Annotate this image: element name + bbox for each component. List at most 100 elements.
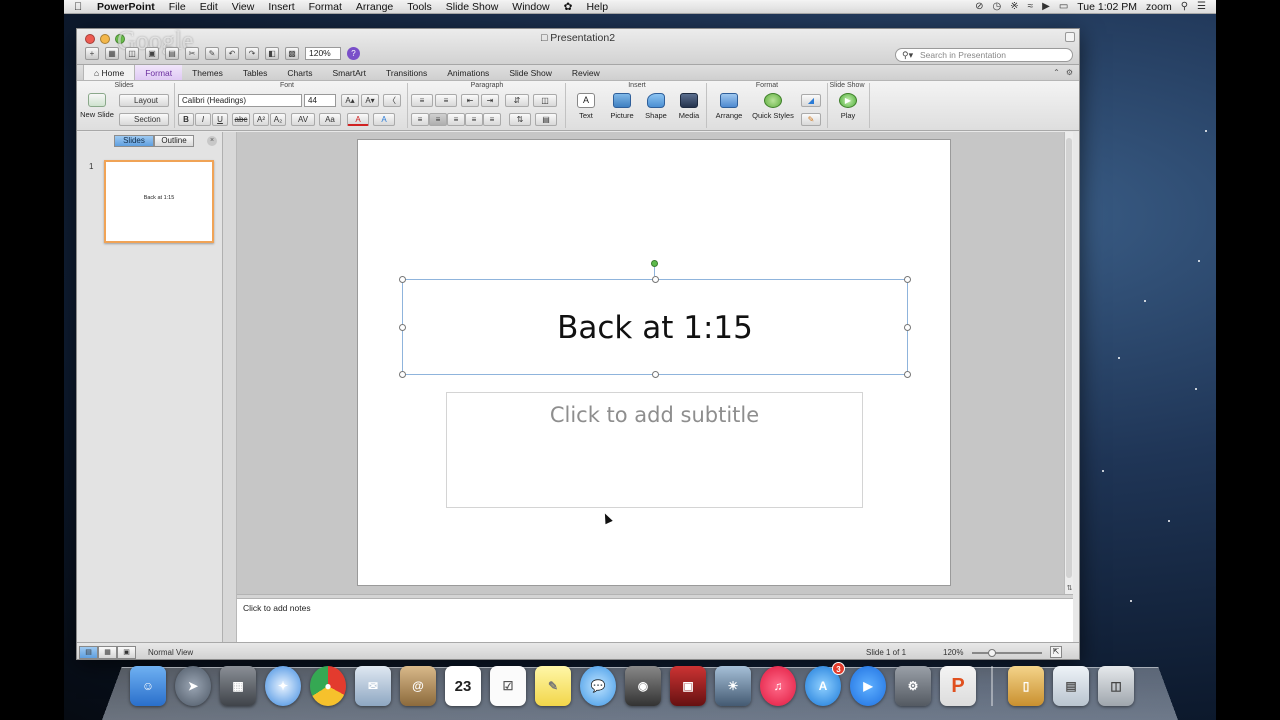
gallery-icon[interactable]: ▦ — [105, 47, 119, 60]
tab-outline[interactable]: Outline — [154, 135, 194, 147]
slide-canvas[interactable]: Back at 1:15 Click to add subtitle — [357, 139, 951, 586]
menu-view[interactable]: View — [225, 1, 262, 13]
resize-handle-top-right[interactable] — [904, 276, 911, 283]
tab-format[interactable]: Format — [135, 65, 183, 80]
menu-format[interactable]: Format — [302, 1, 349, 13]
cut-icon[interactable]: ✂ — [185, 47, 199, 60]
justify-button[interactable]: ≡ — [465, 113, 483, 126]
print-icon[interactable]: ▤ — [165, 47, 179, 60]
tab-themes[interactable]: Themes — [182, 65, 233, 80]
grow-font-button[interactable]: A▴ — [341, 94, 359, 107]
rotation-handle[interactable] — [651, 260, 658, 267]
align-center-button[interactable]: ≡ — [429, 113, 447, 126]
character-spacing-button[interactable]: AV — [291, 113, 315, 126]
resize-handle-bottom-left[interactable] — [399, 371, 406, 378]
menu-tools[interactable]: Tools — [400, 1, 439, 13]
subscript-button[interactable]: A₂ — [270, 113, 286, 126]
slideshow-view-icon[interactable]: ▣ — [117, 646, 136, 659]
finder-icon[interactable]: ☺ — [130, 666, 166, 706]
contacts-icon[interactable]: @ — [400, 666, 436, 706]
menubar-clock[interactable]: Tue 1:02 PM — [1077, 1, 1137, 13]
toolbar-toggle-button[interactable] — [1065, 32, 1075, 42]
reminders-icon[interactable]: ☑ — [490, 666, 526, 706]
italic-button[interactable]: I — [195, 113, 211, 126]
scrollbar-thumb[interactable] — [1066, 138, 1072, 578]
photo-booth-icon[interactable]: ▣ — [670, 666, 706, 706]
notes-placeholder[interactable]: Click to add notes — [243, 603, 311, 613]
slide-title[interactable]: Back at 1:15 — [403, 310, 907, 346]
shrink-font-button[interactable]: A▾ — [361, 94, 379, 107]
zoom-slider[interactable] — [972, 649, 1042, 657]
facetime-icon[interactable]: ◉ — [625, 666, 661, 706]
align-right-button[interactable]: ≡ — [447, 113, 465, 126]
menu-app[interactable]: PowerPoint — [90, 1, 162, 13]
launchpad-icon[interactable]: ➤ — [175, 666, 211, 706]
bullets-button[interactable]: ≡ — [411, 94, 433, 107]
spotlight-icon[interactable]: ⚲ — [1181, 1, 1188, 12]
subtitle-placeholder[interactable]: Click to add subtitle — [446, 392, 863, 508]
messages-icon[interactable]: 💬 — [580, 666, 616, 706]
search-field[interactable]: ⚲▾ Search in Presentation — [895, 48, 1073, 62]
tab-review[interactable]: Review — [562, 65, 610, 80]
normal-view-icon[interactable]: ▤ — [79, 646, 98, 659]
notifications-icon[interactable]: ☰ — [1197, 1, 1206, 12]
distributed-button[interactable]: ≡ — [483, 113, 501, 126]
iphoto-icon[interactable]: ☀ — [715, 666, 751, 706]
close-pane-icon[interactable]: × — [207, 136, 217, 146]
slide-thumbnail[interactable]: Back at 1:15 — [104, 160, 214, 243]
shape-fill-button[interactable]: ◢ — [801, 94, 821, 107]
safari-icon[interactable]: ✦ — [265, 666, 301, 706]
mission-control-icon[interactable]: ▦ — [220, 666, 256, 706]
underline-button[interactable]: U — [212, 113, 228, 126]
insert-picture-button[interactable]: Picture — [605, 93, 639, 120]
quick-styles-button[interactable]: Quick Styles — [751, 93, 795, 120]
tab-slideshow[interactable]: Slide Show — [499, 65, 562, 80]
calendar-icon[interactable]: 23 — [445, 666, 481, 706]
pane-splitter[interactable] — [223, 132, 237, 642]
title-placeholder[interactable]: Back at 1:15 — [399, 276, 911, 378]
font-color-button[interactable]: A — [347, 113, 369, 126]
resize-handle-top-left[interactable] — [399, 276, 406, 283]
subtitle-prompt[interactable]: Click to add subtitle — [447, 403, 862, 427]
notes-pane[interactable]: Click to add notes — [237, 599, 1073, 642]
vertical-scrollbar[interactable]: ⇅ — [1064, 132, 1073, 594]
documents-stack-icon[interactable]: ▤ — [1053, 666, 1089, 706]
sidebar-icon[interactable]: ◧ — [265, 47, 279, 60]
tab-transitions[interactable]: Transitions — [376, 65, 437, 80]
menu-help[interactable]: Help — [579, 1, 615, 13]
insert-media-button[interactable]: Media — [675, 93, 703, 120]
system-preferences-icon[interactable]: ⚙ — [895, 666, 931, 706]
wifi-icon[interactable]: ≈ — [1028, 1, 1034, 12]
strikethrough-button[interactable]: abc — [232, 113, 250, 126]
bold-button[interactable]: B — [178, 113, 194, 126]
save-icon[interactable]: ▣ — [145, 47, 159, 60]
open-icon[interactable]: ◫ — [125, 47, 139, 60]
bluetooth-icon[interactable]: ※ — [1010, 1, 1018, 12]
tab-charts[interactable]: Charts — [277, 65, 322, 80]
collapse-ribbon-icon[interactable]: ⌃ — [1053, 68, 1060, 77]
font-name-field[interactable]: Calibri (Headings) — [178, 94, 302, 107]
resize-handle-bottom[interactable] — [652, 371, 659, 378]
tab-animations[interactable]: Animations — [437, 65, 499, 80]
numbering-button[interactable]: ≡ — [435, 94, 457, 107]
resize-handle-bottom-right[interactable] — [904, 371, 911, 378]
shape-line-button[interactable]: ✎ — [801, 113, 821, 126]
apple-icon[interactable]:  — [74, 1, 90, 13]
trash-icon[interactable]: ◫ — [1098, 666, 1134, 706]
itunes-icon[interactable]: ♫ — [760, 666, 796, 706]
resize-handle-right[interactable] — [904, 324, 911, 331]
chrome-icon[interactable]: ● — [310, 666, 346, 706]
app-store-icon[interactable]: A3 — [805, 662, 845, 706]
help-icon[interactable]: ? — [347, 47, 360, 60]
redo-icon[interactable]: ↷ — [245, 47, 259, 60]
script-icon[interactable]: ✿ — [557, 1, 580, 13]
arrange-button[interactable]: Arrange — [711, 93, 747, 120]
columns-button[interactable]: ◫ — [533, 94, 557, 107]
increase-indent-button[interactable]: ⇥ — [481, 94, 499, 107]
status-icon[interactable]: ⊘ — [975, 1, 983, 12]
insert-text-button[interactable]: A Text — [571, 93, 601, 120]
downloads-stack-icon[interactable]: ▯ — [1008, 666, 1044, 706]
new-icon[interactable]: + — [85, 47, 99, 60]
undo-icon[interactable]: ↶ — [225, 47, 239, 60]
ribbon-settings-icon[interactable]: ⚙ — [1066, 68, 1073, 77]
